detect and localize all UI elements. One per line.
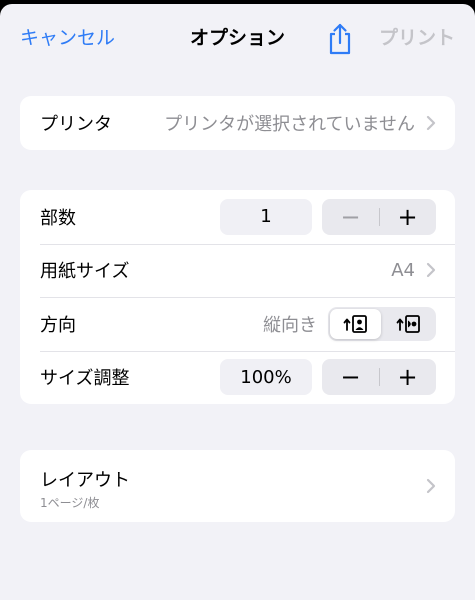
print-options-sheet: キャンセル オプション プリント プリンタ プリンタが選択されていません 部数 …	[0, 4, 475, 600]
orientation-row: 方向 縦向き	[20, 297, 455, 351]
landscape-person-icon	[396, 314, 420, 333]
paper-size-label: 用紙サイズ	[40, 261, 130, 283]
layout-label: レイアウト	[40, 470, 130, 491]
copies-decrement-button[interactable]: −	[322, 199, 379, 235]
copies-row: 部数 1 − +	[20, 190, 455, 244]
chevron-right-icon	[425, 477, 437, 495]
scale-increment-button[interactable]: +	[379, 359, 436, 395]
printer-label: プリンタ	[40, 114, 112, 135]
share-icon[interactable]	[326, 22, 354, 56]
printer-value: プリンタが選択されていません	[164, 114, 415, 135]
printer-row[interactable]: プリンタ プリンタが選択されていません	[20, 96, 455, 150]
paper-size-value: A4	[391, 259, 415, 281]
portrait-person-icon	[343, 314, 367, 333]
layout-row[interactable]: レイアウト 1ページ/枚	[20, 450, 455, 522]
print-options-group: 部数 1 − + 用紙サイズ A4 方向 縦向き サイズ調整 100% − +	[20, 190, 455, 404]
orientation-value: 縦向き	[263, 314, 317, 336]
scale-label: サイズ調整	[40, 368, 130, 390]
copies-stepper: − +	[322, 198, 436, 235]
copies-increment-button[interactable]: +	[379, 199, 436, 235]
chevron-right-icon	[425, 114, 437, 132]
orientation-label: 方向	[40, 314, 76, 336]
portrait-option[interactable]	[330, 308, 381, 339]
paper-size-row[interactable]: 用紙サイズ A4	[20, 243, 455, 298]
print-button[interactable]: プリント	[379, 26, 455, 50]
scale-row: サイズ調整 100% − +	[20, 350, 455, 405]
landscape-option[interactable]	[383, 309, 434, 339]
copies-label: 部数	[40, 207, 76, 229]
chevron-right-icon	[425, 261, 437, 279]
navigation-bar: キャンセル オプション プリント	[0, 4, 475, 74]
layout-subtitle: 1ページ/枚	[40, 496, 100, 510]
orientation-segmented-control	[328, 306, 436, 341]
scale-stepper: − +	[322, 359, 436, 396]
scale-decrement-button[interactable]: −	[322, 359, 379, 395]
copies-field[interactable]: 1	[220, 198, 312, 235]
scale-field[interactable]: 100%	[220, 359, 312, 396]
cancel-button[interactable]: キャンセル	[20, 26, 115, 50]
